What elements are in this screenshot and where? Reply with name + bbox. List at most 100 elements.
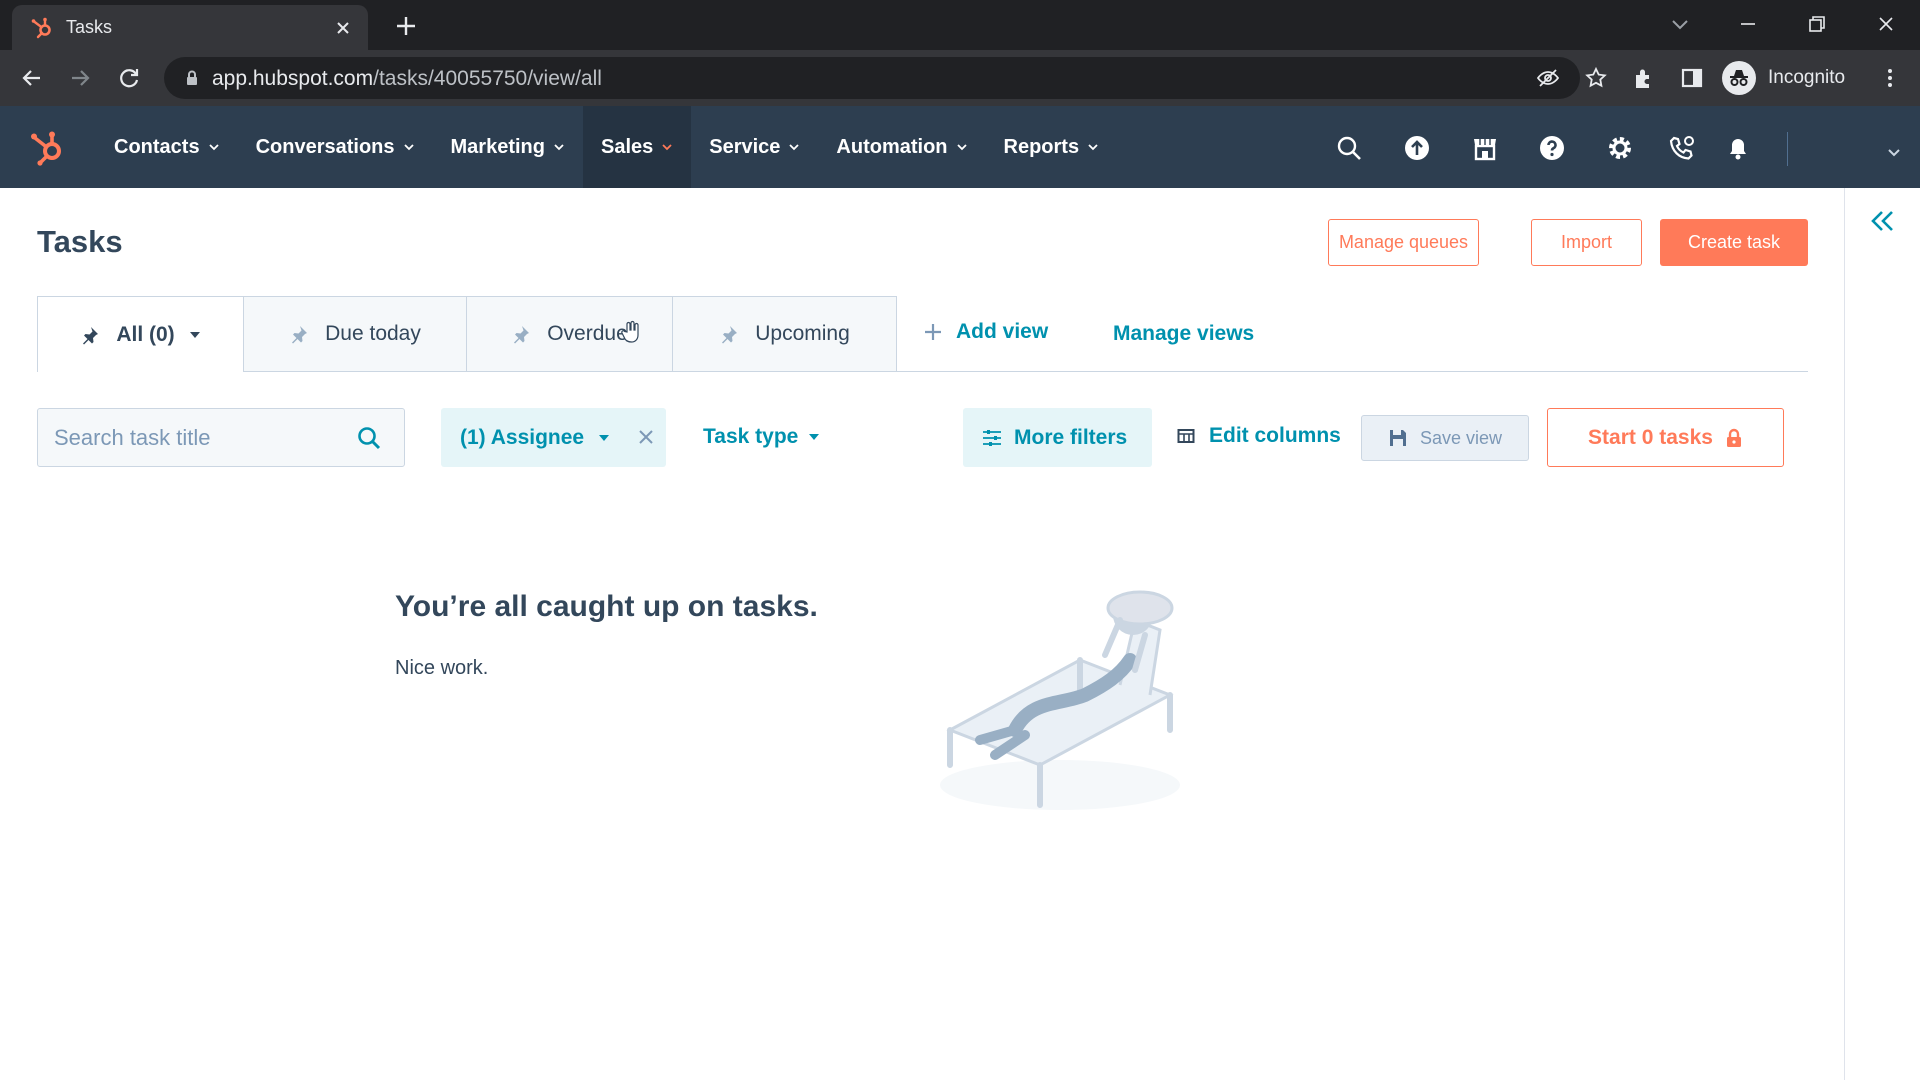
save-view-label: Save view	[1419, 427, 1503, 448]
tab-upcoming[interactable]: Upcoming	[673, 296, 897, 372]
empty-state-subtitle: Nice work.	[395, 657, 489, 679]
new-tab-icon[interactable]	[392, 12, 420, 40]
pin-icon	[289, 324, 309, 344]
close-tab-icon[interactable]	[332, 17, 354, 39]
browser-menu-icon[interactable]	[1876, 64, 1904, 92]
nav-label: Reports	[1003, 135, 1080, 158]
nav-label: Contacts	[114, 135, 200, 158]
view-tabs: All (0) Due today Overdue Upcoming	[37, 296, 897, 372]
tab-due-today[interactable]: Due today	[244, 296, 467, 372]
double-chevron-left-icon[interactable]	[1867, 206, 1897, 236]
chevron-down-icon	[553, 141, 565, 153]
reload-icon[interactable]	[115, 64, 143, 92]
nav-item-service[interactable]: Service	[691, 106, 818, 188]
nav-label: Marketing	[450, 135, 545, 158]
help-icon[interactable]	[1538, 134, 1566, 162]
add-view-label: Add view	[956, 320, 1049, 343]
assignee-filter-label: (1) Assignee	[460, 425, 585, 449]
start-tasks-button[interactable]: Start 0 tasks	[1547, 408, 1784, 467]
lock-icon[interactable]	[182, 68, 202, 88]
address-bar[interactable]: app.hubspot.com/tasks/40055750/view/all	[164, 57, 1607, 99]
more-filters-label: More filters	[1014, 425, 1128, 449]
incognito-profile[interactable]: Incognito	[1722, 58, 1845, 98]
tab-label: Due today	[325, 322, 421, 345]
create-task-button[interactable]: Create task	[1660, 219, 1808, 266]
page-title: Tasks	[37, 224, 123, 259]
nav-item-reports[interactable]: Reports	[986, 106, 1118, 188]
clear-filter-icon[interactable]	[637, 428, 655, 446]
back-icon[interactable]	[18, 64, 46, 92]
nav-label: Sales	[600, 135, 654, 158]
caret-down-icon	[598, 434, 610, 442]
task-type-filter[interactable]: Task type	[703, 425, 820, 449]
tabs-divider	[897, 371, 1808, 372]
extensions-icon[interactable]	[1630, 64, 1658, 92]
chevron-down-icon	[208, 141, 220, 153]
hubspot-logo-icon[interactable]	[28, 128, 68, 168]
nav-item-conversations[interactable]: Conversations	[238, 106, 433, 188]
search-task-field[interactable]	[37, 408, 405, 467]
bookmark-star-icon[interactable]	[1584, 66, 1608, 90]
nav-label: Automation	[836, 135, 948, 158]
manage-queues-button[interactable]: Manage queues	[1328, 219, 1479, 266]
browser-tab[interactable]: Tasks	[12, 5, 368, 50]
tab-all[interactable]: All (0)	[37, 296, 244, 372]
add-view-button[interactable]: Add view	[924, 320, 1048, 344]
import-button[interactable]: Import	[1531, 219, 1642, 266]
incognito-icon	[1722, 61, 1756, 95]
search-input[interactable]	[38, 409, 358, 466]
nav-item-sales[interactable]: Sales	[582, 106, 692, 188]
save-disk-icon	[1388, 428, 1408, 448]
more-filters-button[interactable]: More filters	[963, 408, 1152, 467]
plus-icon	[924, 323, 942, 341]
tab-label: All (0)	[116, 322, 175, 346]
side-panel-icon[interactable]	[1678, 64, 1706, 92]
search-icon[interactable]	[356, 425, 382, 451]
tab-label: Overdue	[547, 322, 628, 345]
close-window-icon[interactable]	[1872, 10, 1900, 38]
lock-icon	[1725, 428, 1743, 448]
nav-menu: Contacts Conversations Marketing Sales S…	[96, 106, 1117, 188]
nav-item-automation[interactable]: Automation	[818, 106, 985, 188]
hand-cursor-icon	[620, 320, 642, 344]
notifications-bell-icon[interactable]	[1724, 134, 1752, 162]
forward-icon[interactable]	[66, 64, 94, 92]
caret-down-icon	[189, 331, 201, 339]
marketplace-icon[interactable]	[1471, 134, 1499, 162]
nav-item-marketing[interactable]: Marketing	[433, 106, 583, 188]
assignee-filter[interactable]: (1) Assignee	[441, 408, 666, 467]
nav-divider	[1787, 132, 1788, 166]
browser-toolbar: app.hubspot.com/tasks/40055750/view/all …	[0, 50, 1920, 106]
save-view-button[interactable]: Save view	[1361, 415, 1529, 461]
restore-icon[interactable]	[1803, 10, 1831, 38]
nav-item-contacts[interactable]: Contacts	[96, 106, 238, 188]
browser-tab-strip: Tasks	[0, 0, 1920, 50]
nav-label: Conversations	[255, 135, 395, 158]
chevron-down-icon	[956, 141, 968, 153]
account-menu-chevron-icon[interactable]	[1886, 146, 1902, 158]
hubspot-favicon-icon	[30, 16, 54, 40]
search-icon[interactable]	[1335, 134, 1363, 162]
columns-icon	[1177, 428, 1195, 444]
hubspot-top-nav: Contacts Conversations Marketing Sales S…	[0, 106, 1920, 188]
filter-sliders-icon	[982, 428, 1002, 448]
task-type-label: Task type	[703, 425, 799, 448]
incognito-label: Incognito	[1768, 67, 1846, 88]
minimize-icon[interactable]	[1734, 10, 1762, 38]
chevron-down-icon	[788, 141, 800, 153]
tab-search-icon[interactable]	[1666, 10, 1694, 38]
right-sidebar	[1844, 188, 1920, 1080]
caret-down-icon	[808, 433, 820, 441]
start-tasks-label: Start 0 tasks	[1588, 425, 1713, 449]
calling-icon[interactable]	[1668, 134, 1696, 162]
edit-columns-label: Edit columns	[1209, 424, 1341, 447]
edit-columns-button[interactable]: Edit columns	[1177, 424, 1341, 448]
eye-off-icon[interactable]	[1536, 66, 1560, 90]
pin-icon	[719, 324, 739, 344]
upgrade-icon[interactable]	[1403, 134, 1431, 162]
settings-gear-icon[interactable]	[1606, 134, 1634, 162]
chevron-down-icon	[403, 141, 415, 153]
relaxing-chair-illustration	[920, 580, 1190, 820]
manage-views-link[interactable]: Manage views	[1113, 322, 1254, 346]
tab-overdue[interactable]: Overdue	[467, 296, 673, 372]
